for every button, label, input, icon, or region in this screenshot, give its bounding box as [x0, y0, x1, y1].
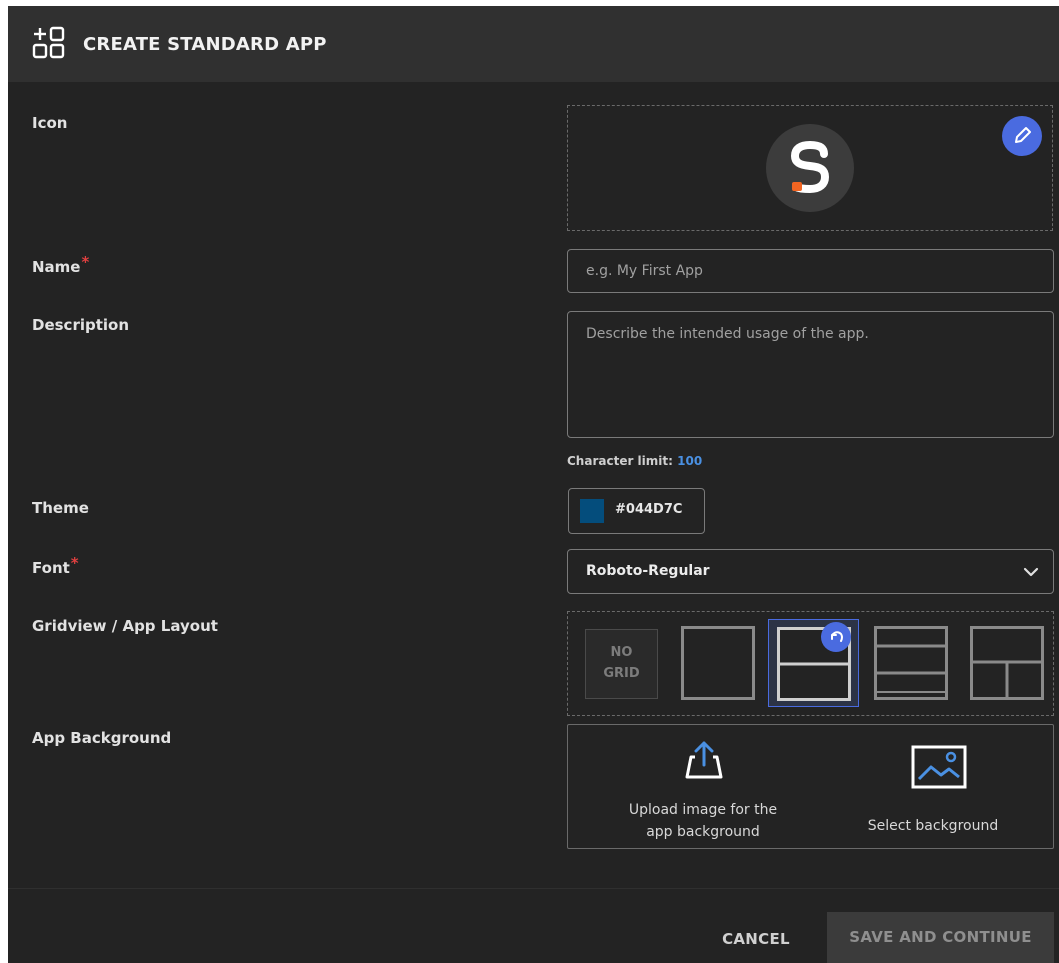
- font-label: Font*: [32, 554, 79, 577]
- name-input[interactable]: [567, 249, 1054, 293]
- required-mark: *: [81, 253, 90, 271]
- select-background-label: Select background: [867, 818, 999, 834]
- app-grid-add-icon: [32, 26, 65, 59]
- no-grid-text: NO: [610, 645, 633, 660]
- app-logo-s-icon: [766, 124, 854, 212]
- reset-layout-button[interactable]: [821, 622, 851, 652]
- no-grid-text: GRID: [603, 666, 640, 681]
- theme-label: Theme: [32, 499, 89, 517]
- edit-icon-button[interactable]: [1002, 116, 1042, 156]
- chevron-down-icon: [1023, 567, 1039, 577]
- layout-label: Gridview / App Layout: [32, 617, 218, 635]
- dialog-title: CREATE STANDARD APP: [83, 34, 327, 55]
- app-background-options: Upload image for the app background Sele…: [567, 724, 1054, 849]
- undo-icon: [831, 631, 843, 642]
- theme-color-value: #044D7C: [615, 502, 683, 517]
- upload-icon: [685, 741, 723, 779]
- create-app-dialog: CREATE STANDARD APP Icon Name* Descripti…: [8, 6, 1059, 963]
- save-and-continue-button[interactable]: SAVE AND CONTINUE: [827, 912, 1054, 963]
- font-select-value: Roboto-Regular: [586, 563, 710, 579]
- font-select[interactable]: Roboto-Regular: [567, 549, 1054, 594]
- select-background-button[interactable]: Select background: [828, 725, 1038, 848]
- name-label: Name*: [32, 253, 90, 276]
- icon-label: Icon: [32, 114, 68, 132]
- required-mark: *: [70, 554, 79, 572]
- pencil-icon: [1015, 127, 1031, 143]
- upload-background-button[interactable]: Upload image for the app background: [588, 725, 818, 848]
- footer-divider: [8, 888, 1059, 889]
- image-icon: [911, 745, 967, 789]
- dialog-header: CREATE STANDARD APP: [8, 6, 1059, 82]
- description-label: Description: [32, 316, 130, 334]
- app-background-label: App Background: [32, 729, 172, 747]
- icon-dropzone[interactable]: [567, 105, 1053, 231]
- layout-option-three-rows[interactable]: [874, 626, 948, 700]
- upload-background-label: Upload image for the app background: [628, 802, 778, 840]
- cancel-button[interactable]: CANCEL: [701, 917, 811, 961]
- layout-options: NO GRID: [567, 611, 1054, 716]
- theme-color-swatch: [580, 499, 604, 523]
- character-limit: Character limit: 100: [567, 454, 703, 468]
- layout-option-top-and-two-bottom[interactable]: [970, 626, 1044, 700]
- character-limit-value: 100: [677, 454, 703, 468]
- description-textarea[interactable]: [567, 311, 1054, 438]
- layout-option-single[interactable]: [681, 626, 755, 700]
- layout-option-no-grid[interactable]: NO GRID: [585, 629, 658, 699]
- theme-color-picker[interactable]: #044D7C: [568, 488, 705, 534]
